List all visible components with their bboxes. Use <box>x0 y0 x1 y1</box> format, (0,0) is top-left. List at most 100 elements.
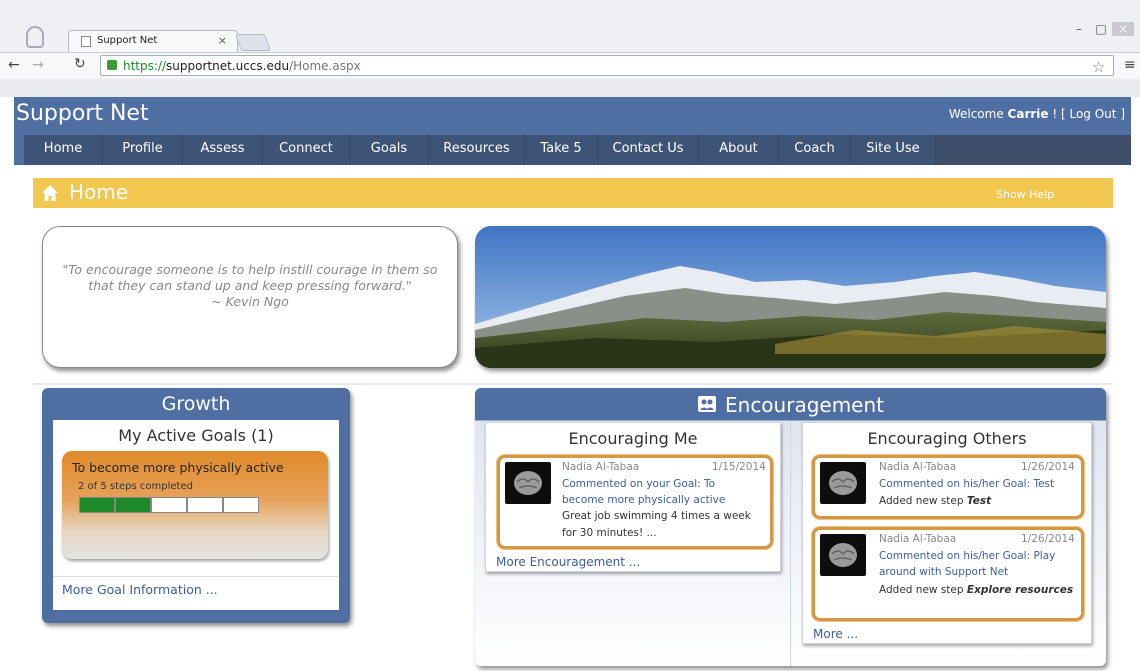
comment-text: Added new step Test <box>879 493 1079 510</box>
quote-text: "To encourage someone is to help instill… <box>62 262 438 293</box>
new-tab-button[interactable] <box>234 34 272 51</box>
logout-link[interactable]: Log Out <box>1069 107 1116 121</box>
site-name: Support Net <box>16 101 149 126</box>
nav-item-connect[interactable]: Connect <box>263 135 350 165</box>
comment-author: Nadia Al-Tabaa <box>879 461 957 473</box>
column-divider <box>790 421 791 666</box>
nav-item-contact-us[interactable]: Contact Us <box>598 135 699 165</box>
step-prefix: Added new step <box>879 584 967 596</box>
address-bar[interactable]: https://supportnet.uccs.edu/Home.aspx <box>100 55 1114 76</box>
site-banner: Support Net Welcome Carrie ! [ Log Out ] <box>14 97 1131 135</box>
welcome-prefix: Welcome <box>948 107 1008 121</box>
growth-panel: Growth My Active Goals (1) To become mor… <box>42 388 350 623</box>
browser-chrome: Support Net × – □ × ← → ↻ https://supportn… <box>0 0 1140 80</box>
browser-toolbar: ← → ↻ https://supportnet.uccs.edu/Home.a… <box>0 52 1140 78</box>
page-favicon-icon <box>81 36 91 47</box>
encouragement-icon <box>698 396 716 412</box>
window-controls: – □ × <box>1068 22 1134 36</box>
lock-icon <box>107 60 117 70</box>
brain-avatar-icon <box>820 534 866 576</box>
nav-item-assess[interactable]: Assess <box>183 135 263 165</box>
progress-step-1 <box>79 497 115 513</box>
goal-card[interactable]: To become more physically active 2 of 5 … <box>62 451 328 559</box>
encouragement-title: Encouragement <box>725 393 885 417</box>
comment-date: 1/26/2014 <box>1021 461 1075 473</box>
active-goals-title: My Active Goals (1) <box>118 426 274 445</box>
comment-link[interactable]: Commented on his/her Goal: Test <box>879 476 1075 492</box>
encouragement-card[interactable]: Nadia Al-Tabaa 1/26/2014 Commented on hi… <box>812 527 1084 621</box>
growth-content: My Active Goals (1) To become more physi… <box>53 420 339 610</box>
nav-item-site-use[interactable]: Site Use <box>851 135 936 165</box>
growth-separator <box>53 576 339 577</box>
maximize-button[interactable]: □ <box>1090 22 1112 36</box>
back-arrow-icon[interactable]: ← <box>8 57 20 73</box>
nav-item-home[interactable]: Home <box>24 135 103 165</box>
encouraging-me-column: Encouraging Me Nadia Al-Tabaa 1/15/2014 … <box>485 422 781 572</box>
quote-author: ~ Kevin Ngo <box>211 294 289 309</box>
encouragement-card[interactable]: Nadia Al-Tabaa 1/15/2014 Commented on yo… <box>497 455 773 549</box>
browser-tab[interactable]: Support Net × <box>68 30 238 52</box>
reload-icon[interactable]: ↻ <box>74 56 86 72</box>
progress-step-3 <box>151 497 187 513</box>
progress-step-5 <box>223 497 259 513</box>
progress-step-2 <box>115 497 151 513</box>
step-name: Explore resources <box>966 584 1074 596</box>
forward-arrow-icon[interactable]: → <box>32 57 44 73</box>
url-host: supportnet.uccs.edu <box>166 59 290 73</box>
nav-item-coach[interactable]: Coach <box>779 135 851 165</box>
home-title-bar: Home Show Help <box>33 178 1113 208</box>
brain-avatar-icon <box>820 462 866 504</box>
welcome-text: Welcome Carrie ! [ Log Out ] <box>949 107 1125 121</box>
home-icon <box>42 185 58 201</box>
comment-text: Great job swimming 4 times a week for 30… <box>562 510 751 539</box>
page-title: Home <box>69 180 129 204</box>
nav-item-take5[interactable]: Take 5 <box>525 135 598 165</box>
nav-item-goals[interactable]: Goals <box>350 135 429 165</box>
tab-close-icon[interactable]: × <box>218 34 227 47</box>
bookmark-star-icon[interactable]: ☆ <box>1092 58 1105 76</box>
comment-date: 1/26/2014 <box>1021 533 1075 545</box>
comment-text: Added new step Explore resources <box>879 582 1079 599</box>
goal-steps-text: 2 of 5 steps completed <box>78 481 193 492</box>
divider <box>33 383 1113 385</box>
progress-step-4 <box>187 497 223 513</box>
mountain-banner-image <box>475 226 1106 368</box>
url-scheme: https:// <box>123 59 167 73</box>
close-window-button[interactable]: × <box>1112 22 1134 36</box>
more-goal-info-link[interactable]: More Goal Information ... <box>62 582 218 597</box>
encouragement-panel: Encouragement Encouraging Me Nadia Al-Ta… <box>475 388 1106 666</box>
nav-item-profile[interactable]: Profile <box>103 135 183 165</box>
quote-box: "To encourage someone is to help instill… <box>42 226 458 368</box>
encouragement-card[interactable]: Nadia Al-Tabaa 1/26/2014 Commented on hi… <box>812 455 1084 519</box>
welcome-bracket-open: ! [ <box>1048 107 1070 121</box>
comment-date: 1/15/2014 <box>712 461 766 473</box>
more-link[interactable]: More ... <box>813 627 858 641</box>
tab-title: Support Net <box>97 35 158 46</box>
show-help-link[interactable]: Show Help <box>996 188 1054 201</box>
step-name: Test <box>966 495 992 507</box>
brain-avatar-icon <box>505 462 551 504</box>
goal-name: To become more physically active <box>72 460 284 475</box>
page-content: Support Net Welcome Carrie ! [ Log Out ]… <box>0 80 1140 671</box>
comment-link[interactable]: Commented on your Goal: To become more p… <box>562 476 758 508</box>
encouraging-others-title: Encouraging Others <box>867 429 1027 448</box>
profile-icon[interactable] <box>26 26 44 48</box>
nav-strip: Home Profile Assess Connect Goals Resour… <box>24 135 1131 165</box>
welcome-bracket-close: ] <box>1116 107 1125 121</box>
comment-author: Nadia Al-Tabaa <box>562 461 640 473</box>
comment-link[interactable]: Commented on his/her Goal: Play around w… <box>879 548 1075 580</box>
page-top-gap <box>0 80 1140 97</box>
nav-item-about[interactable]: About <box>699 135 779 165</box>
nav-item-resources[interactable]: Resources <box>429 135 525 165</box>
growth-title: Growth <box>161 393 231 415</box>
user-name: Carrie <box>1007 107 1049 121</box>
step-prefix: Added new step <box>879 495 967 507</box>
comment-author: Nadia Al-Tabaa <box>879 533 957 545</box>
main-nav: Home Profile Assess Connect Goals Resour… <box>14 135 1131 165</box>
minimize-button[interactable]: – <box>1068 22 1090 36</box>
encouraging-me-title: Encouraging Me <box>568 429 698 448</box>
browser-menu-icon[interactable]: ≡ <box>1124 57 1136 73</box>
encouraging-others-column: Encouraging Others Nadia Al-Tabaa 1/26/2… <box>802 422 1092 644</box>
url-path: /Home.aspx <box>289 59 361 73</box>
more-encouragement-link[interactable]: More Encouragement ... <box>496 555 640 569</box>
